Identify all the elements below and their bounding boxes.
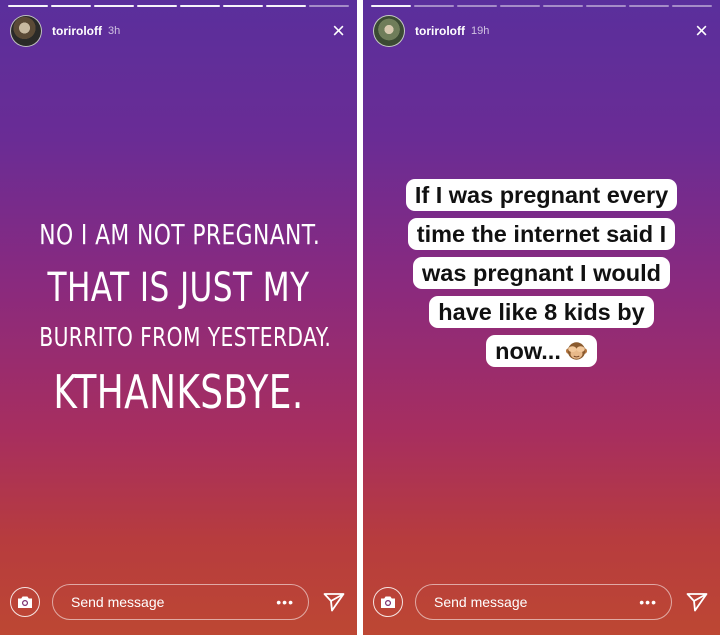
caption-line: now... [495,338,561,364]
caption-line: time the internet said I [407,218,676,250]
progress-segment [8,5,48,7]
message-placeholder: Send message [434,594,528,610]
camera-icon[interactable] [10,587,40,617]
story-header: toriroloff 3h × [10,14,347,48]
post-time: 3h [108,25,121,37]
send-glyph [686,593,708,612]
message-input[interactable]: Send message ••• [415,584,672,620]
progress-segment [266,5,306,7]
story-caption: If I was pregnant every time the interne… [363,176,720,371]
progress-segment [457,5,497,7]
progress-segment [94,5,134,7]
paper-plane-icon[interactable] [321,589,347,615]
username[interactable]: toriroloff [52,24,102,38]
close-icon[interactable]: × [695,20,710,42]
more-options-icon[interactable]: ••• [639,594,657,610]
progress-segment [629,5,669,7]
progress-segment [414,5,454,7]
caption-line: If I was pregnant every [405,179,678,211]
progress-segment [137,5,177,7]
progress-segment [500,5,540,7]
progress-segment [543,5,583,7]
see-no-evil-monkey-icon [565,342,587,360]
message-placeholder: Send message [71,594,165,610]
story-text-line: KTHANKSBYE. [53,365,304,419]
progress-segment [223,5,263,7]
story-progress-bar [371,5,712,8]
close-icon[interactable]: × [332,20,347,42]
progress-segment [180,5,220,7]
caption-line-last: now... [486,335,597,367]
progress-segment [672,5,712,7]
story-text-line: NO I AM NOT PREGNANT. [39,218,321,251]
story-left[interactable]: toriroloff 3h × NO I AM NOT PREGNANT. TH… [0,0,357,635]
username[interactable]: toriroloff [415,24,465,38]
more-options-icon[interactable]: ••• [276,594,294,610]
caption-line: was pregnant I would [413,257,670,289]
progress-segment [586,5,626,7]
progress-segment [309,5,349,7]
story-right[interactable]: toriroloff 19h × If I was pregnant every… [363,0,720,635]
camera-glyph [18,596,32,608]
camera-icon[interactable] [373,587,403,617]
progress-segment [51,5,91,7]
avatar[interactable] [373,15,405,47]
post-time: 19h [471,25,490,37]
progress-segment [371,5,411,7]
message-input[interactable]: Send message ••• [52,584,309,620]
story-text-line: BURRITO FROM YESTERDAY. [39,323,332,353]
story-footer: Send message ••• [373,583,710,621]
story-footer: Send message ••• [10,583,347,621]
send-glyph [323,593,345,612]
avatar[interactable] [10,15,42,47]
camera-glyph [381,596,395,608]
caption-line: have like 8 kids by [429,296,654,328]
story-header: toriroloff 19h × [373,14,710,48]
paper-plane-icon[interactable] [684,589,710,615]
story-text-line: THAT IS JUST MY [47,265,310,311]
story-progress-bar [8,5,349,8]
